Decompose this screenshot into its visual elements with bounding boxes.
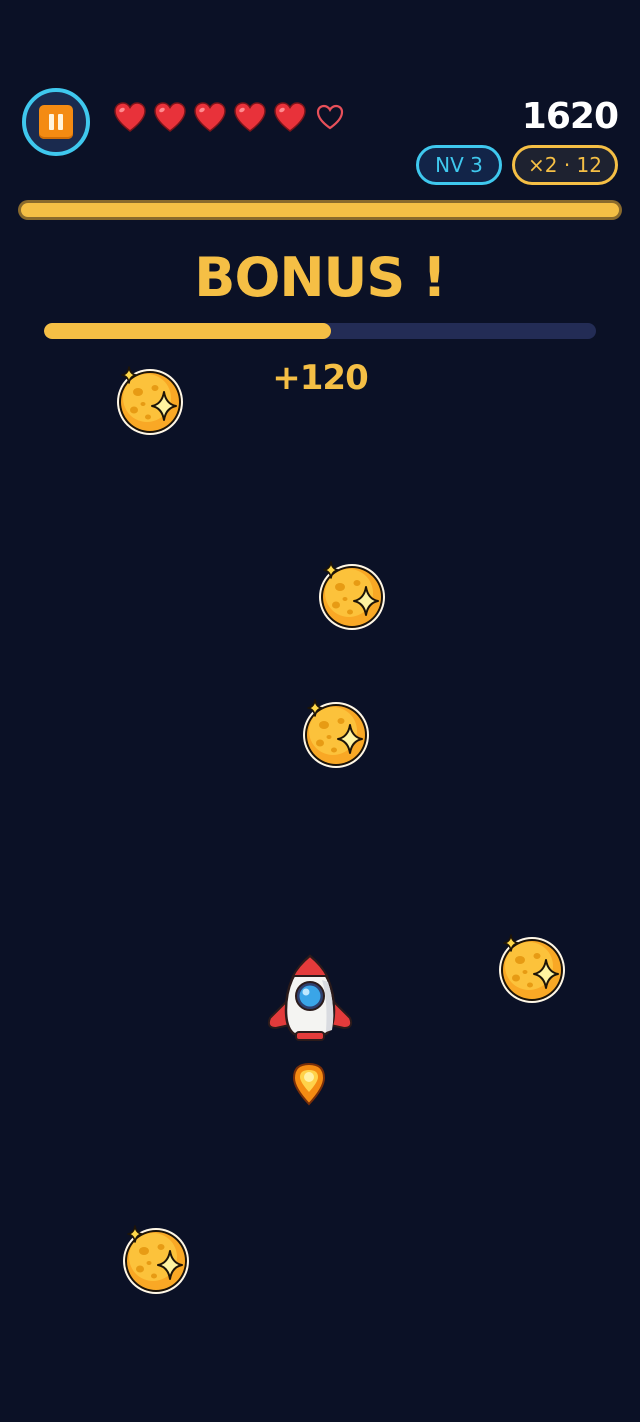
- bonus-points: +120: [272, 358, 368, 398]
- bonus-timer-fill: [44, 323, 332, 339]
- coin-icon: [494, 930, 570, 1006]
- game-screen: 1620 NV 3 ×2 · 12 BONUS ! +120: [0, 0, 640, 1422]
- heart-full-icon: [272, 100, 308, 136]
- bonus-timer-bar: [44, 323, 596, 339]
- coin-icon: [298, 695, 374, 771]
- heart-empty-icon: [312, 100, 348, 136]
- pause-icon: [39, 105, 73, 139]
- coin-icon: [112, 362, 188, 438]
- level-progress-bar: [18, 200, 622, 220]
- heart-full-icon: [152, 100, 188, 136]
- coin-icon: [314, 557, 390, 633]
- heart-full-icon: [112, 100, 148, 136]
- heart-full-icon: [232, 100, 268, 136]
- pause-button[interactable]: [22, 88, 90, 156]
- coin-icon: [118, 1221, 194, 1297]
- lives-hearts: [112, 100, 348, 136]
- level-badge: NV 3: [416, 145, 502, 185]
- heart-full-icon: [192, 100, 228, 136]
- flame-icon: [290, 1060, 328, 1106]
- combo-badge: ×2 · 12: [512, 145, 618, 185]
- rocket-icon[interactable]: [262, 952, 358, 1048]
- level-progress-fill: [21, 203, 619, 217]
- bonus-title: BONUS !: [194, 246, 446, 309]
- score-value: 1620: [521, 96, 619, 137]
